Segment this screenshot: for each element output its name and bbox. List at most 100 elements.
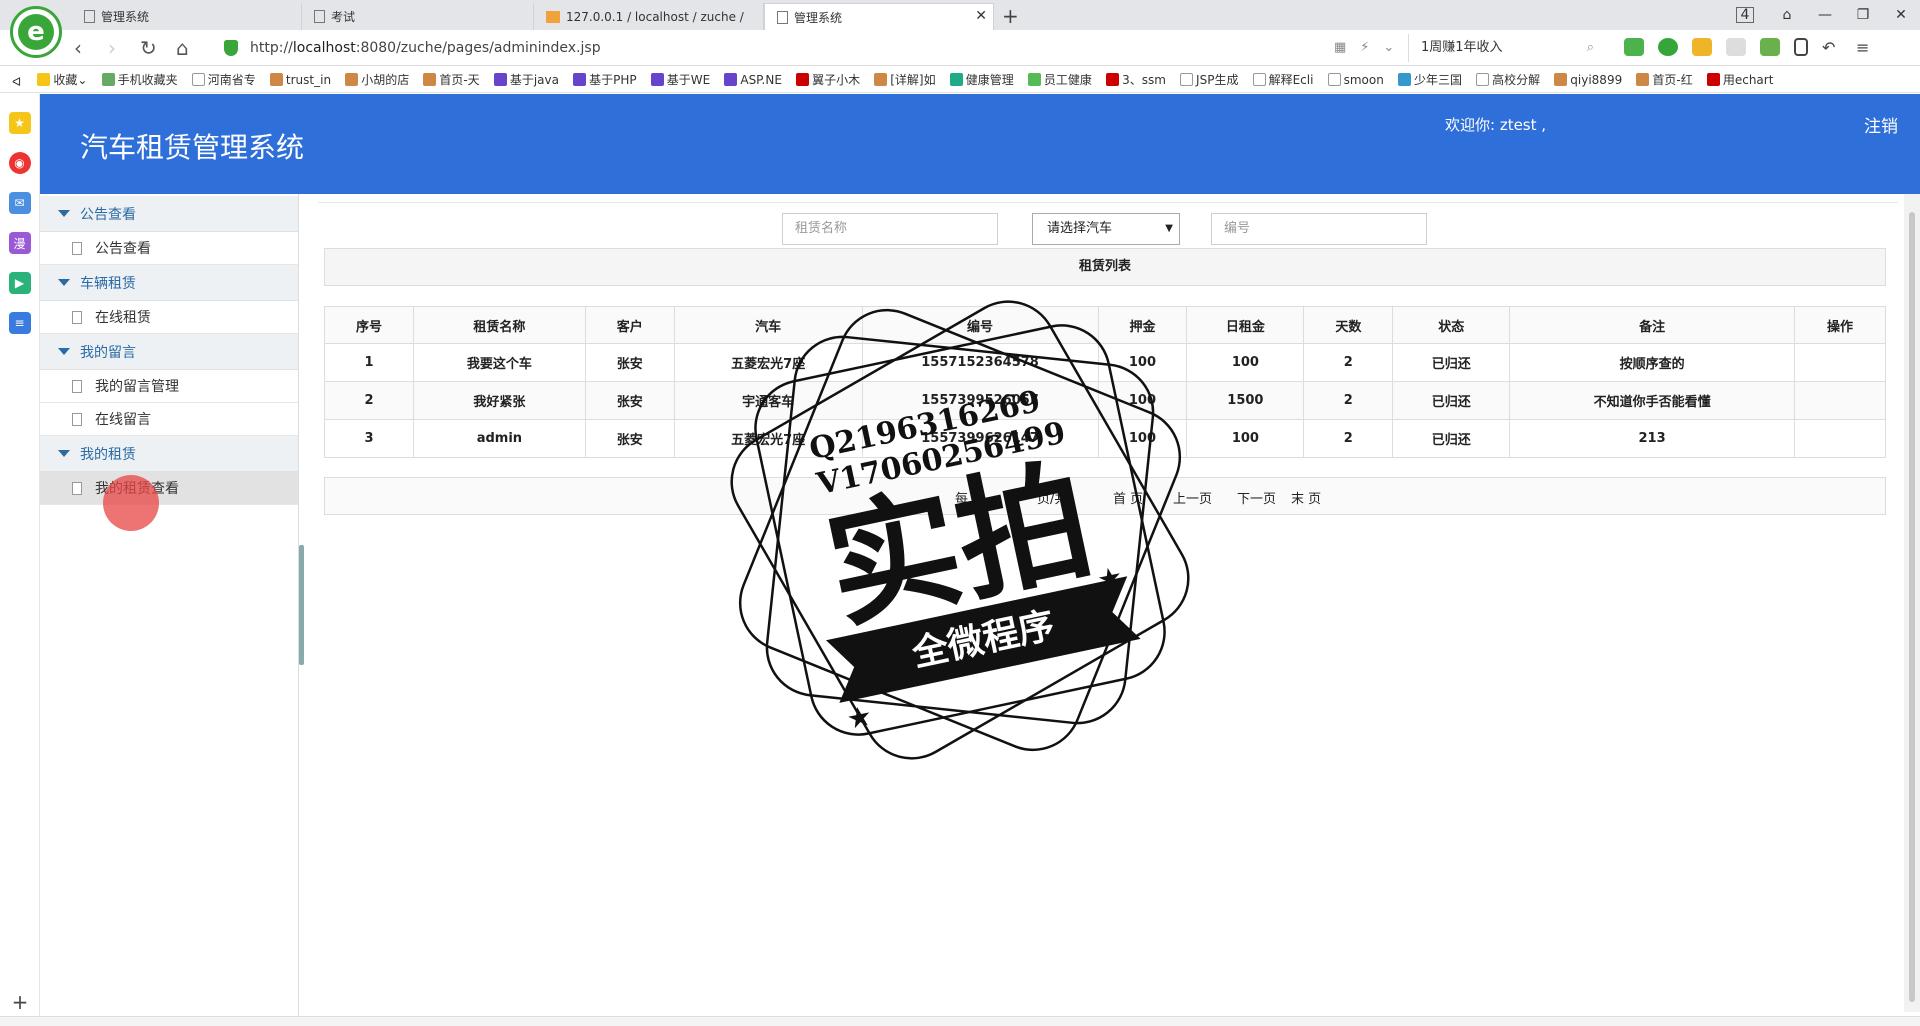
sidebar-item-view-notices[interactable]: 公告查看 (40, 232, 298, 265)
browser-tab-2[interactable]: 考试 (302, 3, 534, 30)
car-select[interactable]: 请选择汽车 ▼ (1032, 213, 1180, 245)
add-sidebar-icon[interactable]: + (0, 990, 40, 1014)
bookmarks-collapse-icon[interactable]: ᐊ (12, 69, 21, 93)
bookmark-item[interactable]: 健康管理 (949, 66, 1014, 92)
scrollbar-thumb[interactable] (1909, 212, 1915, 1002)
table-cell: 2 (324, 381, 414, 420)
site-icon (796, 73, 810, 86)
table-action-cell[interactable] (1793, 419, 1887, 458)
vertical-scrollbar[interactable] (1904, 194, 1920, 1012)
notes-icon[interactable]: ≡ (8, 312, 31, 334)
browser-tab-1[interactable]: 管理系统 (72, 3, 302, 30)
bookmark-item[interactable]: 首页-红 (1636, 66, 1693, 92)
forward-icon[interactable]: › (108, 36, 116, 60)
restore-icon[interactable]: ❐ (1844, 7, 1882, 23)
browser-tab-3[interactable]: 127.0.0.1 / localhost / zuche / (534, 3, 764, 30)
bookmark-label: 高校分解 (1492, 73, 1541, 87)
table-row[interactable]: 2 我好紧张 张安 宇通客车 1557399526057 100 1500 2 … (324, 381, 1887, 420)
star-icon (37, 73, 51, 86)
mobile-icon[interactable] (1794, 38, 1808, 56)
minimize-icon[interactable]: — (1806, 7, 1844, 23)
bookmark-item[interactable]: 收藏 ⌄ (37, 66, 87, 92)
close-window-icon[interactable]: ✕ (1882, 7, 1920, 23)
table-row[interactable]: 3 admin 张安 五菱宏光7座 1557399626147 100 100 … (324, 419, 1887, 458)
bookmark-item[interactable]: 高校分解 (1476, 66, 1541, 92)
emoji-icon[interactable] (1726, 38, 1746, 56)
url-input[interactable]: http://localhost:8080/zuche/pages/admini… (224, 34, 1374, 62)
code-input[interactable]: 编号 (1211, 213, 1427, 245)
bookmark-item[interactable]: 员工健康 (1027, 66, 1092, 92)
sidebar-group-my-rentals[interactable]: 我的租赁 (40, 436, 298, 472)
bookmark-item[interactable]: JSP生成 (1180, 66, 1238, 92)
bookmark-item[interactable]: 河南省专 (191, 66, 256, 92)
sidebar-group-notices[interactable]: 公告查看 (40, 196, 298, 232)
url-scheme: http:// (250, 40, 293, 56)
sidebar-item-online-rental[interactable]: 在线租赁 (40, 301, 298, 334)
bookmark-item[interactable]: 用echart (1706, 66, 1773, 92)
table-action-cell[interactable] (1793, 343, 1887, 382)
bookmark-item[interactable]: ASP.NE (724, 66, 782, 92)
bookmark-item[interactable]: 解释Ecli (1252, 66, 1313, 92)
mail-icon[interactable]: ✉ (8, 192, 31, 214)
shirt-icon[interactable]: ⌂ (1768, 7, 1806, 23)
bookmark-item[interactable]: 3、ssm (1106, 66, 1166, 92)
bookmark-item[interactable]: qiyi8899 (1554, 66, 1622, 92)
back-icon[interactable]: ‹ (74, 36, 82, 60)
first-page-link[interactable]: 首 页 (1113, 488, 1143, 507)
table-action-cell[interactable] (1793, 381, 1887, 420)
close-tab-icon[interactable]: ✕ (975, 8, 987, 24)
app-title: 汽车租赁管理系统 (80, 131, 305, 164)
reload-icon[interactable]: ↻ (140, 36, 157, 60)
sidebar-item-online-message[interactable]: 在线留言 (40, 403, 298, 436)
home-icon[interactable]: ⌂ (176, 36, 189, 60)
site-icon (724, 73, 738, 86)
divider (318, 202, 1898, 203)
bookmark-item[interactable]: 翼子小木 (796, 66, 860, 92)
apps-icon[interactable] (1760, 38, 1780, 56)
site-icon (1252, 73, 1266, 86)
browser-tab-4[interactable]: 管理系统 ✕ (764, 3, 994, 30)
menu-icon[interactable]: ≡ (1856, 38, 1876, 57)
bookmark-item[interactable]: 基于WE (650, 66, 710, 92)
next-page-link[interactable]: 下一页 (1237, 488, 1276, 507)
bookmark-item[interactable]: 少年三国 (1397, 66, 1462, 92)
browser-logo[interactable]: e (10, 6, 62, 58)
bookmark-item[interactable]: 基于java (493, 66, 559, 92)
tab-count-badge[interactable]: 4 (1736, 7, 1754, 23)
new-tab-button[interactable]: + (1002, 4, 1019, 28)
bookmark-item[interactable]: 小胡的店 (345, 66, 409, 92)
pager-info: 页/共 (1037, 492, 1068, 507)
sidebar-group-rental[interactable]: 车辆租赁 (40, 265, 298, 301)
sidebar-item-my-rentals[interactable]: 我的租赁查看 (40, 472, 298, 505)
sidebar-item-message-manage[interactable]: 我的留言管理 (40, 370, 298, 403)
comic-icon[interactable]: 漫 (8, 232, 31, 254)
prev-page-link[interactable]: 上一页 (1173, 488, 1212, 507)
weibo-icon[interactable]: ◉ (8, 152, 31, 174)
rental-name-input[interactable]: 租赁名称 (782, 213, 998, 245)
bookmark-label: 收藏 (53, 73, 78, 87)
favorites-icon[interactable]: ★ (8, 112, 31, 134)
table-cell: 1557399626147 (861, 419, 1099, 458)
bookmark-item[interactable]: trust_in (269, 66, 331, 92)
site-icon (573, 73, 587, 86)
bookmark-item[interactable]: 基于PHP (573, 66, 637, 92)
bookmark-label: 员工健康 (1043, 73, 1092, 87)
search-icon[interactable]: ⌕ (1587, 34, 1594, 62)
video-icon[interactable]: ▶ (8, 272, 31, 294)
sidebar-group-messages[interactable]: 我的留言 (40, 334, 298, 370)
extension-icon[interactable] (1658, 38, 1678, 56)
bookmark-label: 手机收藏夹 (117, 73, 178, 87)
bookmark-item[interactable]: [详解]如 (874, 66, 936, 92)
shield-ext-icon[interactable] (1692, 38, 1712, 56)
table-row[interactable]: 1 我要这个车 张安 五菱宏光7座 1557152364578 100 100 … (324, 343, 1887, 382)
scissors-icon[interactable] (1624, 38, 1644, 56)
search-box[interactable]: 1周赚1年收入 ⌕ (1408, 34, 1600, 62)
last-page-link[interactable]: 末 页 (1291, 488, 1321, 507)
logout-link[interactable]: 注销 (1864, 112, 1898, 137)
bookmark-item[interactable]: 首页-天 (423, 66, 480, 92)
bookmark-item[interactable]: smoon (1327, 66, 1384, 92)
undo-icon[interactable]: ↶ (1822, 38, 1842, 57)
bookmark-item[interactable]: 手机收藏夹 (101, 66, 178, 92)
car-select-value: 请选择汽车 (1047, 221, 1113, 236)
url-action-icons[interactable]: ▦⚡⌄ (1334, 40, 1408, 55)
